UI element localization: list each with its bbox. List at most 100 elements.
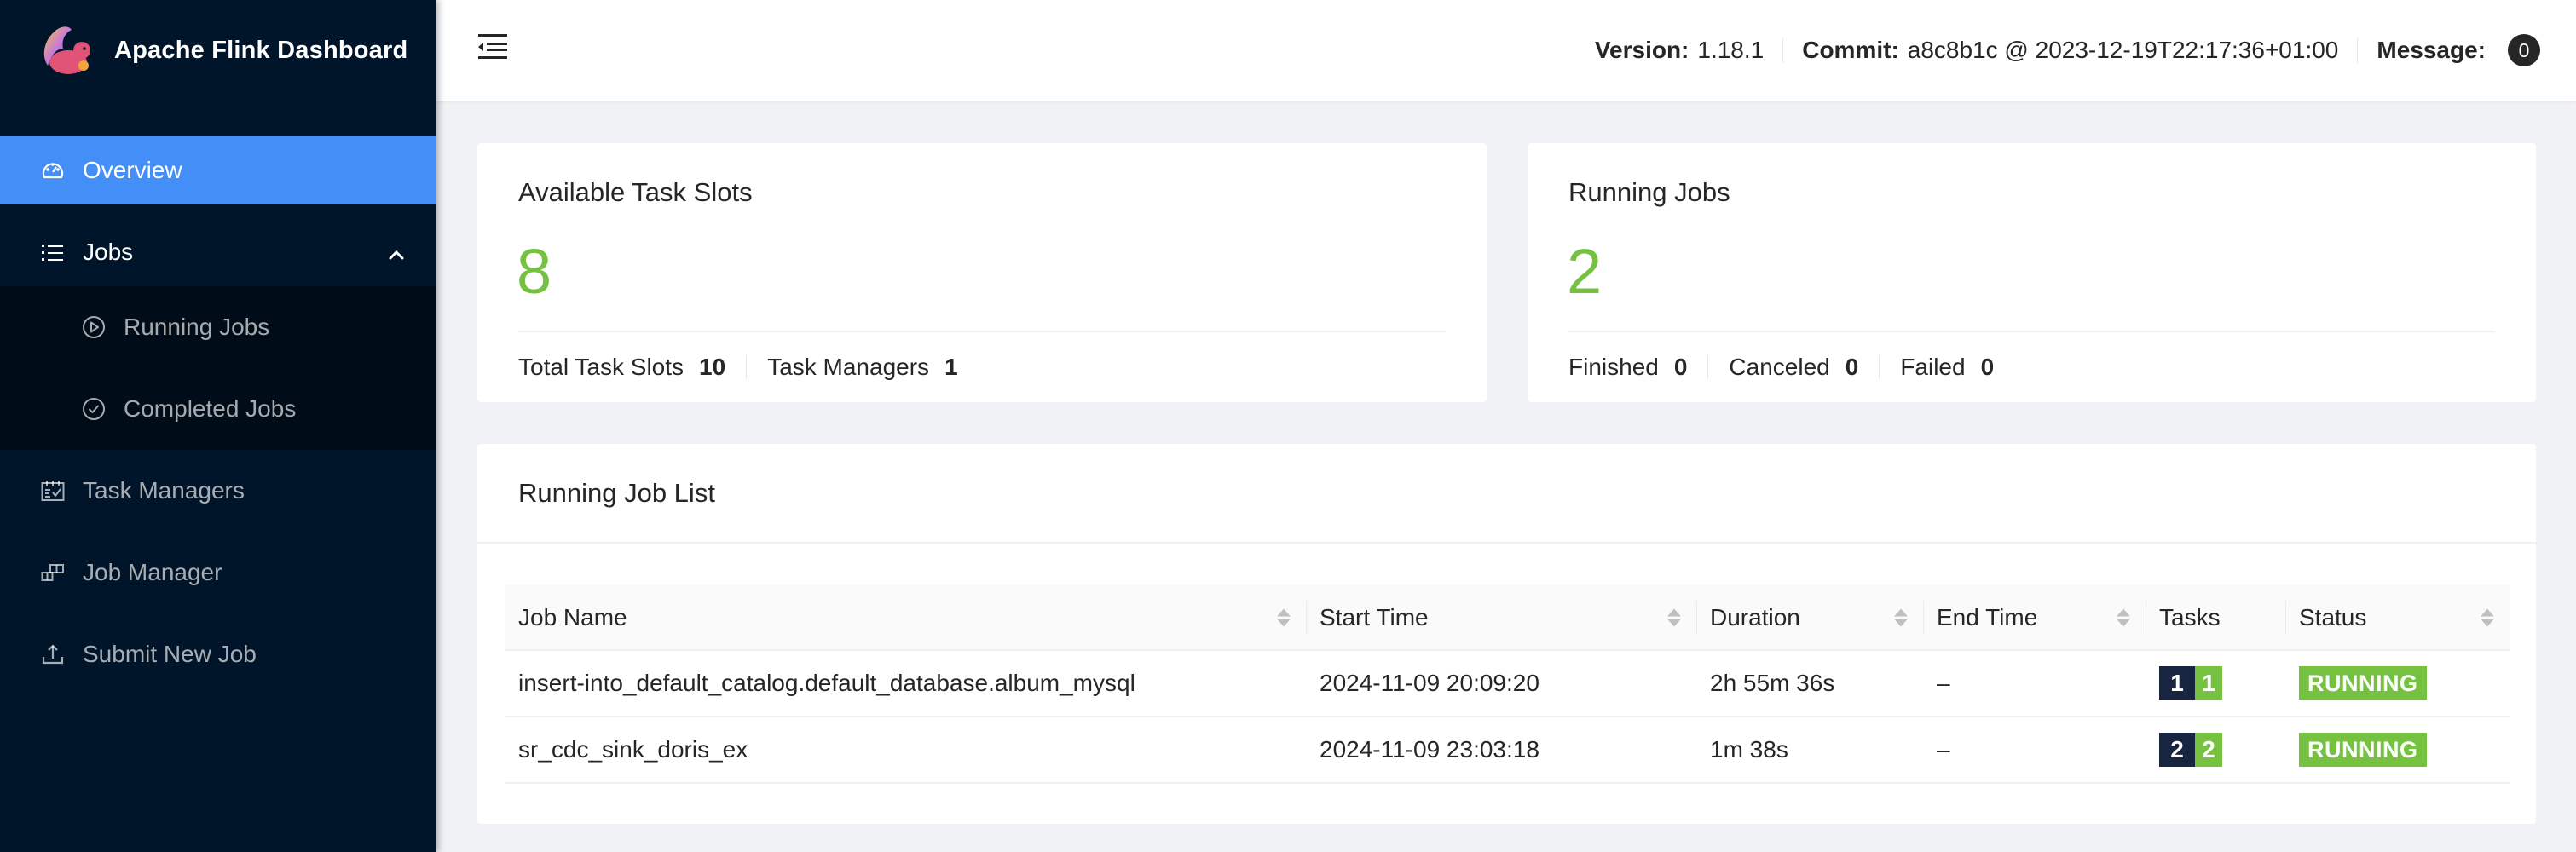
sort-icon[interactable] [1277, 608, 1291, 626]
menu-fold-button[interactable] [477, 31, 508, 61]
table-row[interactable]: sr_cdc_sink_doris_ex 2024-11-09 23:03:18… [505, 717, 2510, 784]
column-header-job-name[interactable]: Job Name [505, 585, 1306, 651]
canceled-label: Canceled [1729, 354, 1830, 380]
status-cell: RUNNING [2285, 650, 2510, 717]
card-footer: Total Task Slots 10 Task Managers 1 [518, 354, 958, 381]
message-count-badge[interactable]: 0 [2508, 34, 2540, 66]
duration: 1m 38s [1696, 717, 1923, 784]
column-header-status[interactable]: Status [2285, 585, 2510, 651]
message-label: Message: [2377, 37, 2486, 63]
sidebar: Apache Flink Dashboard Overview Jobs Run… [0, 0, 436, 852]
sort-icon[interactable] [1894, 608, 1908, 626]
canceled-count: Canceled 0 [1729, 354, 1858, 381]
running-job-list-card: Running Job List Job Name Start Time Dur… [477, 444, 2536, 824]
list-icon [41, 240, 65, 264]
tasks-badge: 1 1 [2159, 666, 2222, 700]
available-slots-value: 8 [517, 236, 552, 307]
finished-label: Finished [1568, 354, 1659, 380]
sidebar-item-label: Completed Jobs [124, 395, 297, 422]
sidebar-item-label: Overview [83, 157, 182, 183]
finished-value: 0 [1673, 354, 1688, 380]
sidebar-item-completed-jobs[interactable]: Completed Jobs [0, 368, 436, 450]
check-circle-icon [82, 397, 106, 421]
divider [1923, 601, 1924, 635]
sidebar-item-jobs[interactable]: Jobs [0, 218, 436, 286]
tasks-running: 1 [2195, 666, 2222, 700]
top-header: Version: 1.18.1 Commit: a8c8b1c @ 2023-1… [436, 0, 2576, 101]
sidebar-menu-lower: Task Managers Job Manager Submit New Job [0, 450, 436, 695]
sort-icon[interactable] [1667, 608, 1681, 626]
play-circle-icon [82, 315, 106, 339]
column-header-tasks: Tasks [2146, 585, 2285, 651]
finished-count: Finished 0 [1568, 354, 1687, 381]
running-jobs-card: Running Jobs 2 Finished 0 Canceled 0 Fai… [1528, 143, 2536, 402]
menu-fold-icon [478, 34, 507, 59]
sidebar-item-label: Running Jobs [124, 314, 270, 340]
task-managers-count: Task Managers 1 [767, 354, 957, 381]
tasks-running: 2 [2195, 733, 2222, 767]
tasks-cell: 1 1 [2146, 650, 2285, 717]
column-label: Duration [1710, 603, 1800, 630]
end-time: – [1923, 717, 2146, 784]
job-name[interactable]: insert-into_default_catalog.default_data… [505, 650, 1306, 717]
column-label: Job Name [518, 603, 627, 630]
upload-icon [41, 642, 65, 666]
column-header-end-time[interactable]: End Time [1923, 585, 2146, 651]
build-icon [41, 561, 65, 584]
chevron-up-icon [387, 243, 406, 262]
failed-value: 0 [1980, 354, 1995, 380]
failed-label: Failed [1900, 354, 1966, 380]
sidebar-item-job-manager[interactable]: Job Manager [0, 532, 436, 613]
column-header-duration[interactable]: Duration [1696, 585, 1923, 651]
divider [1707, 355, 1709, 379]
sidebar-item-overview[interactable]: Overview [0, 136, 436, 204]
sidebar-menu: Overview Jobs [0, 136, 436, 286]
sidebar-item-running-jobs[interactable]: Running Jobs [0, 286, 436, 368]
canceled-value: 0 [1845, 354, 1859, 380]
divider [1696, 601, 1697, 635]
commit-info: Commit: a8c8b1c @ 2023-12-19T22:17:36+01… [1783, 37, 2357, 64]
divider [1306, 601, 1307, 635]
jobs-submenu: Running Jobs Completed Jobs [0, 286, 436, 450]
commit-value: a8c8b1c @ 2023-12-19T22:17:36+01:00 [1907, 37, 2339, 63]
status-badge: RUNNING [2299, 733, 2427, 767]
sidebar-item-label: Jobs [83, 239, 134, 265]
version-value: 1.18.1 [1697, 37, 1765, 63]
sort-icon[interactable] [2117, 608, 2130, 626]
total-task-slots: Total Task Slots 10 [518, 354, 725, 381]
end-time: – [1923, 650, 2146, 717]
sidebar-item-task-managers[interactable]: Task Managers [0, 450, 436, 532]
tasks-total: 2 [2159, 733, 2195, 767]
sidebar-item-label: Task Managers [83, 477, 245, 504]
logo-area[interactable]: Apache Flink Dashboard [0, 0, 436, 101]
table-header-row: Job Name Start Time Duration End Time Ta… [505, 585, 2510, 651]
message-info: Message: 0 [2358, 34, 2559, 66]
start-time: 2024-11-09 23:03:18 [1306, 717, 1696, 784]
version-info: Version: 1.18.1 [1576, 37, 1782, 64]
column-label: End Time [1937, 603, 2038, 630]
column-label: Status [2299, 603, 2367, 630]
cluster-info: Version: 1.18.1 Commit: a8c8b1c @ 2023-1… [1576, 0, 2576, 101]
task-managers-value: 1 [944, 354, 958, 380]
task-managers-label: Task Managers [767, 354, 930, 380]
divider [1879, 355, 1880, 379]
schedule-icon [41, 479, 65, 503]
column-label: Tasks [2159, 603, 2221, 630]
job-name[interactable]: sr_cdc_sink_doris_ex [505, 717, 1306, 784]
app-title: Apache Flink Dashboard [114, 36, 408, 64]
card-title: Available Task Slots [518, 177, 753, 207]
table-row[interactable]: insert-into_default_catalog.default_data… [505, 650, 2510, 717]
start-time: 2024-11-09 20:09:20 [1306, 650, 1696, 717]
available-task-slots-card: Available Task Slots 8 Total Task Slots … [477, 143, 1487, 402]
commit-label: Commit: [1802, 37, 1899, 63]
dashboard-icon [41, 158, 65, 182]
column-header-start-time[interactable]: Start Time [1306, 585, 1696, 651]
sidebar-item-submit-new-job[interactable]: Submit New Job [0, 613, 436, 695]
card-title: Running Jobs [1568, 177, 1730, 207]
card-footer: Finished 0 Canceled 0 Failed 0 [1568, 354, 1994, 381]
running-jobs-table: Job Name Start Time Duration End Time Ta… [505, 585, 2510, 784]
status-cell: RUNNING [2285, 717, 2510, 784]
sort-icon[interactable] [2481, 608, 2494, 626]
divider [1568, 331, 2495, 332]
status-badge: RUNNING [2299, 666, 2427, 700]
